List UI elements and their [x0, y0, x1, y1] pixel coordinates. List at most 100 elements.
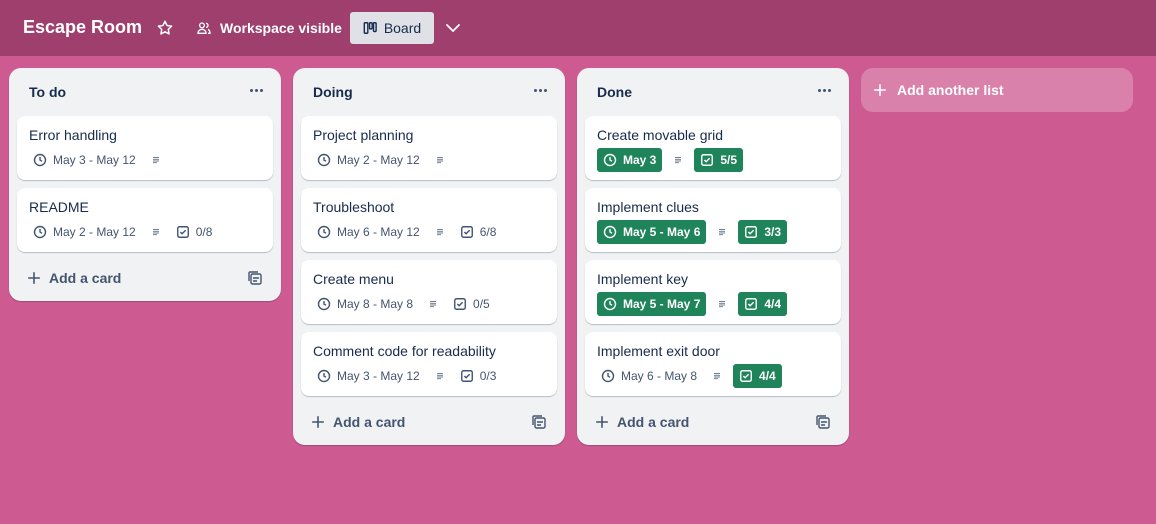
- due-date-badge[interactable]: May 3 - May 12: [313, 364, 424, 388]
- due-date-text: May 2 - May 12: [53, 225, 136, 239]
- due-date-text: May 2 - May 12: [337, 153, 420, 167]
- card-title: Create menu: [313, 271, 394, 287]
- due-date-text: May 8 - May 8: [337, 297, 414, 311]
- due-date-badge[interactable]: May 3 - May 12: [29, 148, 140, 172]
- card[interactable]: Error handling May 3 - May 12: [17, 116, 273, 180]
- description-icon: [148, 224, 164, 240]
- add-card-label: Add a card: [49, 270, 122, 286]
- checkbox-icon: [460, 370, 473, 382]
- card[interactable]: Troubleshoot May 6 - May 12 6/8: [301, 188, 557, 252]
- due-date-badge[interactable]: May 3: [597, 148, 663, 172]
- card[interactable]: Create menu May 8 - May 8 0/5: [301, 260, 557, 324]
- description-icon: [432, 152, 448, 168]
- card-badges: May 5 - May 6 3/3: [597, 220, 788, 244]
- due-date-badge[interactable]: May 5 - May 7: [597, 292, 707, 316]
- clock-icon: [603, 153, 617, 167]
- checklist-badge: 3/3: [738, 220, 788, 244]
- card-template-icon[interactable]: [531, 414, 547, 430]
- list-menu-icon[interactable]: [245, 82, 267, 98]
- due-date-badge[interactable]: May 2 - May 12: [29, 220, 140, 244]
- add-list-label: Add another list: [897, 82, 1004, 98]
- clock-icon: [601, 369, 615, 383]
- checkbox-icon: [176, 226, 189, 238]
- due-date-text: May 3 - May 12: [53, 153, 136, 167]
- list-header: Doing: [293, 68, 565, 116]
- card-badges: May 3 5/5: [597, 148, 744, 172]
- checklist-count: 0/5: [473, 297, 490, 311]
- list-menu-icon[interactable]: [813, 82, 835, 98]
- checklist-count: 3/3: [764, 225, 782, 239]
- add-card-button[interactable]: Add a card: [585, 406, 841, 438]
- star-icon[interactable]: [156, 19, 174, 37]
- plus-icon: [595, 415, 609, 429]
- clock-icon: [317, 153, 331, 167]
- visibility-label: Workspace visible: [220, 20, 342, 36]
- description-icon: [714, 224, 730, 240]
- card[interactable]: README May 2 - May 12 0/8: [17, 188, 273, 252]
- checklist-count: 4/4: [759, 369, 776, 383]
- add-list-button[interactable]: Add another list: [861, 68, 1133, 112]
- card-template-icon[interactable]: [815, 414, 831, 430]
- board-view-button[interactable]: Board: [350, 12, 434, 44]
- list-title[interactable]: To do: [29, 84, 261, 100]
- card-badges: May 3 - May 12: [29, 148, 164, 172]
- clock-icon: [317, 225, 331, 239]
- description-icon: [432, 224, 448, 240]
- due-date-badge[interactable]: May 6 - May 12: [313, 220, 424, 244]
- description-icon: [670, 152, 686, 168]
- board-icon: [363, 22, 377, 34]
- chevron-down-icon[interactable]: [445, 20, 461, 36]
- add-card-label: Add a card: [333, 414, 406, 430]
- checklist-badge: 4/4: [738, 292, 788, 316]
- add-card-button[interactable]: Add a card: [301, 406, 557, 438]
- plus-icon: [27, 271, 41, 285]
- due-date-badge[interactable]: May 6 - May 8: [597, 364, 701, 388]
- card-title: Implement exit door: [597, 343, 720, 359]
- plus-icon: [873, 83, 887, 97]
- card-badges: May 2 - May 12 0/8: [29, 220, 216, 244]
- list-header: Done: [577, 68, 849, 116]
- board-title[interactable]: Escape Room: [23, 17, 142, 38]
- list-todo: To do Error handling May 3 - May 12 READ…: [9, 68, 281, 301]
- add-card-button[interactable]: Add a card: [17, 262, 273, 294]
- card-badges: May 5 - May 7 4/4: [597, 292, 788, 316]
- checklist-count: 6/8: [479, 225, 497, 239]
- card-title: Comment code for readability: [313, 343, 496, 359]
- card[interactable]: Create movable grid May 3 5/5: [585, 116, 841, 180]
- due-date-text: May 5 - May 6: [623, 225, 701, 239]
- checklist-badge: 4/4: [733, 364, 782, 388]
- due-date-badge[interactable]: May 8 - May 8: [313, 292, 417, 316]
- card[interactable]: Project planning May 2 - May 12: [301, 116, 557, 180]
- card-badges: May 6 - May 8 4/4: [597, 364, 782, 388]
- card[interactable]: Implement exit door May 6 - May 8 4/4: [585, 332, 841, 396]
- checkbox-icon: [460, 226, 473, 238]
- card[interactable]: Comment code for readability May 3 - May…: [301, 332, 557, 396]
- card-title: Create movable grid: [597, 127, 724, 143]
- list-doing: Doing Project planning May 2 - May 12 Tr…: [293, 68, 565, 445]
- card-title: README: [29, 199, 89, 215]
- checkbox-icon: [454, 298, 466, 310]
- board-view-label: Board: [383, 20, 422, 36]
- checklist-badge: 5/5: [694, 148, 744, 172]
- list-menu-icon[interactable]: [529, 82, 551, 98]
- people-icon: [197, 22, 211, 34]
- checklist-count: 4/4: [764, 297, 782, 311]
- due-date-text: May 3 - May 12: [337, 369, 420, 383]
- list-header: To do: [9, 68, 281, 116]
- description-icon: [714, 296, 730, 312]
- due-date-text: May 6 - May 12: [337, 225, 420, 239]
- clock-icon: [603, 225, 617, 239]
- card[interactable]: Implement key May 5 - May 7 4/4: [585, 260, 841, 324]
- visibility-button[interactable]: Workspace visible: [196, 17, 342, 39]
- due-date-badge[interactable]: May 2 - May 12: [313, 148, 424, 172]
- card[interactable]: Implement clues May 5 - May 6 3/3: [585, 188, 841, 252]
- card-badges: May 3 - May 12 0/3: [313, 364, 500, 388]
- card-template-icon[interactable]: [247, 270, 263, 286]
- due-date-badge[interactable]: May 5 - May 6: [597, 220, 707, 244]
- checklist-count: 0/3: [479, 369, 497, 383]
- list-title[interactable]: Done: [597, 84, 829, 100]
- clock-icon: [317, 297, 331, 311]
- checklist-badge: 6/8: [456, 220, 501, 244]
- add-card-label: Add a card: [617, 414, 690, 430]
- list-title[interactable]: Doing: [313, 84, 545, 100]
